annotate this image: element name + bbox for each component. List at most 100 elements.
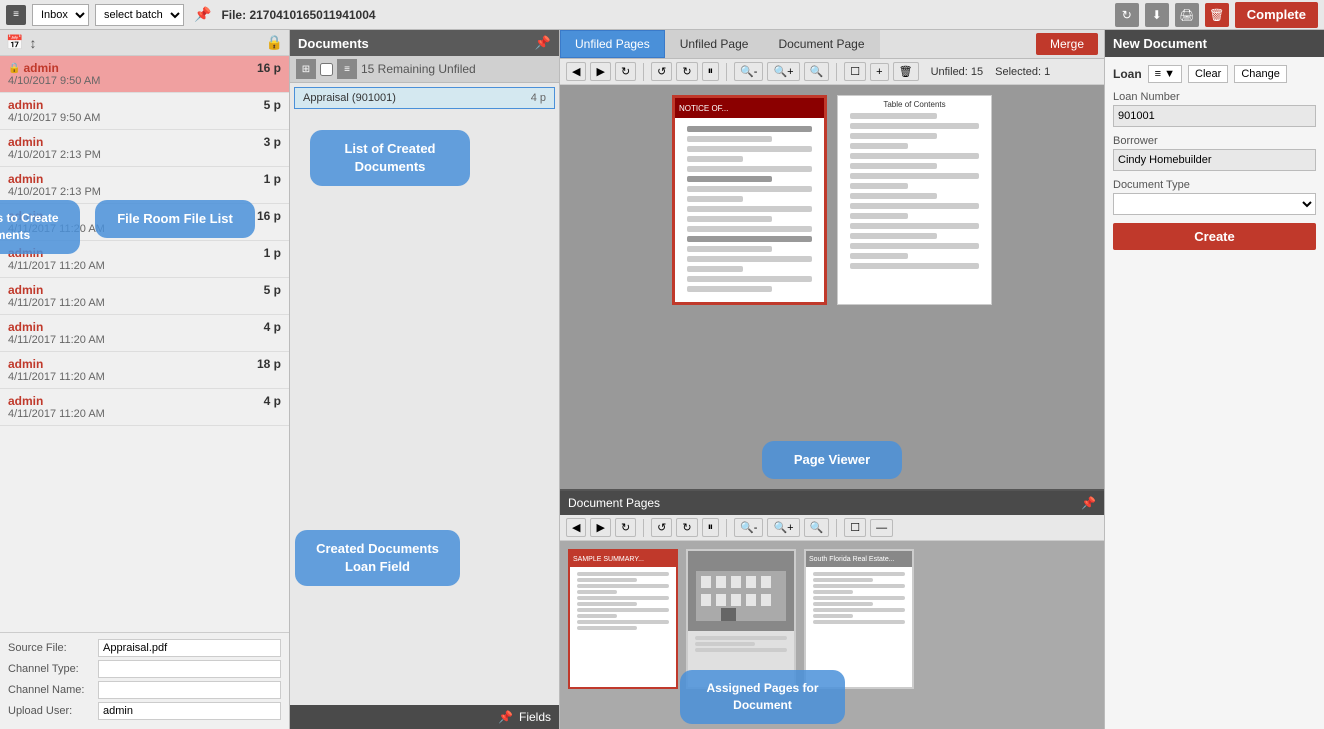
file-item[interactable]: 5 padmin 4/11/2017 11:20 AM [0, 278, 289, 315]
file-item[interactable]: 4 padmin 4/11/2017 11:20 AM [0, 389, 289, 426]
doc-pages-title: Document Pages [568, 496, 660, 510]
building-image [691, 556, 791, 626]
doc-page-thumb-3[interactable]: South Florida Real Estate... [804, 549, 914, 689]
batch-select[interactable]: select batch [95, 4, 184, 26]
new-doc-header: New Document [1105, 30, 1324, 57]
source-file-value [98, 639, 281, 657]
refresh-btn[interactable]: ↻ [1115, 3, 1139, 27]
doc-list: Appraisal (901001) 4 p [290, 83, 559, 705]
file-item[interactable]: 16 p🔒 admin 4/10/2017 9:50 AM [0, 56, 289, 93]
doc-pages-header: Document Pages 📌 [560, 491, 1104, 515]
split-btn[interactable]: ⏸ [702, 62, 720, 81]
download-btn[interactable]: ⬇ [1145, 3, 1169, 27]
borrower-label: Borrower [1113, 135, 1316, 147]
dp-split-btn[interactable]: ⏸ [702, 518, 720, 537]
create-button[interactable]: Create [1113, 223, 1316, 250]
borrower-input[interactable] [1113, 149, 1316, 171]
loan-type-btn[interactable]: ≡ ▼ [1148, 65, 1182, 83]
doc-name: Appraisal (901001) [303, 92, 396, 104]
loan-number-input[interactable] [1113, 105, 1316, 127]
new-doc-title: New Document [1113, 36, 1207, 51]
doc-type-select[interactable] [1113, 193, 1316, 215]
inbox-select[interactable]: Inbox [32, 4, 89, 26]
page-count: 16 p [257, 61, 281, 75]
calendar-icon[interactable]: 📅 [6, 34, 23, 51]
file-item[interactable]: 18 padmin 4/11/2017 11:20 AM [0, 352, 289, 389]
sort-icon[interactable]: ↕ [29, 35, 36, 51]
tab-unfiled-page[interactable]: Unfiled Page [665, 30, 764, 58]
loan-label: Loan [1113, 67, 1142, 81]
tab-document-page[interactable]: Document Page [763, 30, 879, 58]
merge-button[interactable]: Merge [1036, 33, 1098, 55]
dp-nav-back-btn[interactable]: ◀ [566, 518, 586, 537]
dp-sep-1 [643, 519, 644, 537]
date-time: 4/11/2017 11:20 AM [8, 223, 281, 235]
doc-type-field: Document Type [1113, 179, 1316, 215]
complete-button[interactable]: Complete [1235, 2, 1318, 28]
list-view-btn[interactable]: ≡ [337, 59, 357, 79]
toolbar-sep-3 [836, 63, 837, 81]
dp-zoom-fit-btn[interactable]: 🔍 [804, 518, 830, 537]
delete-btn[interactable]: 🗑 [1205, 3, 1229, 27]
dp-del-btn[interactable]: — [870, 519, 893, 537]
print-btn[interactable]: 🖨 [1175, 3, 1199, 27]
doc-page-thumb-2[interactable] [686, 549, 796, 689]
pin-icon: 📌 [194, 6, 211, 23]
file-item[interactable]: 1 padmin 4/11/2017 11:20 AM [0, 241, 289, 278]
grid-view-btn[interactable]: ⊞ [296, 59, 316, 79]
page-thumb-2[interactable]: Table of Contents [837, 95, 992, 305]
dp-refresh-btn[interactable]: ↻ [615, 518, 636, 537]
page-count: 4 p [264, 320, 281, 334]
file-item[interactable]: 16 padmin 4/11/2017 11:20 AM [0, 204, 289, 241]
selected-info: Selected: 1 [995, 66, 1050, 78]
user-name: admin [8, 283, 264, 297]
dp-checkbox-btn[interactable]: ☐ [844, 518, 866, 537]
main-layout: 📅 ↕ 🔒 16 p🔒 admin 4/10/2017 9:50 AM 5 pa… [0, 30, 1324, 729]
new-doc-panel: New Document Loan ≡ ▼ Clear Change Loan … [1104, 30, 1324, 729]
rotate-right-btn[interactable]: ↻ [676, 62, 697, 81]
doc-page-thumb-1[interactable]: SAMPLE SUMMARY... [568, 549, 678, 689]
add-btn[interactable]: + [870, 63, 888, 81]
checkbox-btn[interactable]: ☐ [844, 62, 866, 81]
loan-clear-btn[interactable]: Clear [1188, 65, 1228, 83]
date-time: 4/11/2017 11:20 AM [8, 297, 281, 309]
page-thumb-1[interactable]: NOTICE OF... [672, 95, 827, 305]
zoom-fit-btn[interactable]: 🔍 [804, 62, 830, 81]
page-count: 5 p [264, 283, 281, 297]
viewer-toolbar: ◀ ▶ ↻ ↺ ↻ ⏸ 🔍- 🔍+ 🔍 ☐ + 🗑 Unfiled: 15 Se… [560, 59, 1104, 85]
file-item[interactable]: 5 padmin 4/10/2017 9:50 AM [0, 93, 289, 130]
doc-pages: 4 p [531, 92, 546, 104]
left-toolbar: 📅 ↕ 🔒 [0, 30, 289, 56]
dp-rotate-left-btn[interactable]: ↺ [651, 518, 672, 537]
user-name: admin [8, 209, 257, 223]
nav-forward-btn[interactable]: ▶ [590, 62, 610, 81]
loan-number-label: Loan Number [1113, 91, 1316, 103]
toc-title: Table of Contents [842, 100, 987, 109]
dp-zoom-in-btn[interactable]: 🔍+ [767, 518, 799, 537]
documents-pin-icon: 📌 [535, 35, 551, 51]
select-all-checkbox[interactable] [320, 63, 333, 76]
source-file-label: Source File: [8, 642, 98, 654]
file-item[interactable]: 1 padmin 4/10/2017 2:13 PM [0, 167, 289, 204]
dp-rotate-right-btn[interactable]: ↻ [676, 518, 697, 537]
dp-zoom-out-btn[interactable]: 🔍- [734, 518, 763, 537]
page-count: 1 p [264, 246, 281, 260]
upload-user-label: Upload User: [8, 705, 98, 717]
nav-back-btn[interactable]: ◀ [566, 62, 586, 81]
doc-item[interactable]: Appraisal (901001) 4 p [294, 87, 555, 109]
file-item[interactable]: 4 padmin 4/11/2017 11:20 AM [0, 315, 289, 352]
loan-change-btn[interactable]: Change [1234, 65, 1287, 83]
dp-nav-forward-btn[interactable]: ▶ [590, 518, 610, 537]
doc-pages-section: Document Pages 📌 ◀ ▶ ↻ ↺ ↻ ⏸ 🔍- 🔍+ 🔍 ☐ — [560, 489, 1104, 729]
file-item[interactable]: 3 padmin 4/10/2017 2:13 PM [0, 130, 289, 167]
toolbar-sep-1 [643, 63, 644, 81]
zoom-in-btn[interactable]: 🔍+ [767, 62, 799, 81]
rotate-left-btn[interactable]: ↺ [651, 62, 672, 81]
zoom-out-btn[interactable]: 🔍- [734, 62, 763, 81]
date-time: 4/11/2017 11:20 AM [8, 371, 281, 383]
file-title: File: 2170410165011941004 [221, 8, 1108, 22]
del-btn[interactable]: 🗑 [893, 62, 919, 81]
page-count: 16 p [257, 209, 281, 223]
tab-unfiled-pages[interactable]: Unfiled Pages [560, 30, 665, 58]
refresh-viewer-btn[interactable]: ↻ [615, 62, 636, 81]
